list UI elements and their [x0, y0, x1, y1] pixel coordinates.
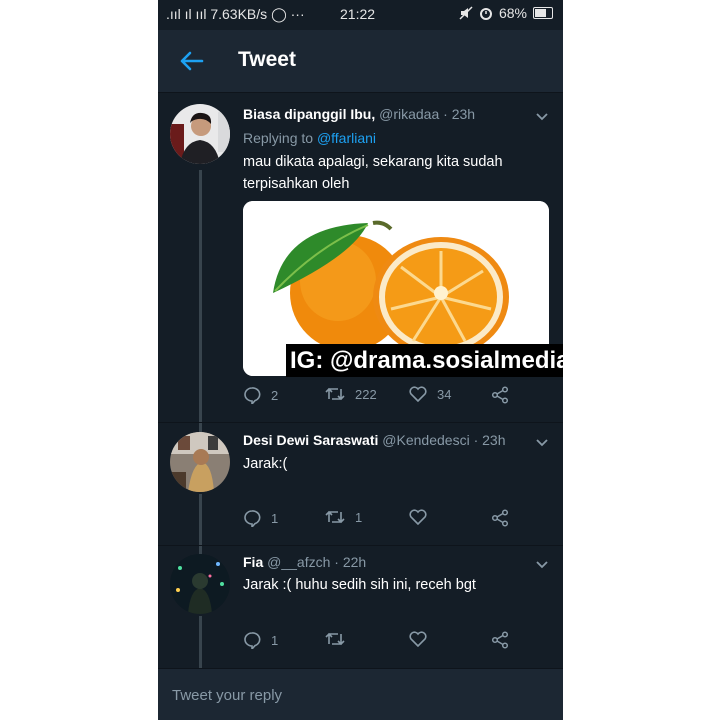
share-button[interactable]: [491, 509, 509, 527]
reply-button[interactable]: 1: [243, 509, 278, 527]
replying-to-label: Replying to: [243, 130, 314, 146]
battery-icon: [533, 7, 553, 19]
retweet-button[interactable]: [325, 631, 355, 647]
share-icon: [491, 509, 509, 527]
tweet-text-line: terpisahkan oleh: [243, 176, 350, 192]
reply-count: 1: [271, 632, 279, 648]
display-name[interactable]: Fia: [243, 554, 263, 570]
tweet-text: mau dikata apalagi, sekarang kita sudah …: [243, 151, 543, 195]
reply-count: 2: [271, 387, 279, 403]
retweet-count: 222: [355, 386, 377, 402]
back-arrow-icon[interactable]: [178, 50, 204, 72]
status-time: 21:22: [340, 6, 376, 22]
status-bar: .ııl ıl ııl 7.63KB/s ◯ ··· 21:22 68%: [158, 0, 563, 30]
heart-icon: [409, 631, 427, 647]
reply-input[interactable]: Tweet your reply: [172, 687, 282, 704]
whatsapp-icon: ◯: [271, 6, 287, 22]
retweet-button[interactable]: 1: [325, 509, 362, 525]
share-icon: [491, 386, 509, 404]
like-button[interactable]: 34: [409, 386, 451, 402]
tweet[interactable]: Desi Dewi Saraswati @Kendedesci · 23h Ja…: [158, 423, 563, 545]
tweet-text: Jarak:(: [243, 456, 288, 472]
status-right: 68%: [459, 5, 553, 21]
reply-icon: [244, 387, 261, 404]
avatar[interactable]: [170, 104, 230, 164]
retweet-icon: [325, 387, 345, 401]
replying-to: Replying to @ffarliani: [243, 130, 376, 146]
heart-icon: [409, 386, 427, 402]
more-icon: ···: [290, 6, 305, 22]
tweet-header: Biasa dipanggil Ibu, @rikadaa · 23h: [243, 106, 475, 122]
phone-screen: .ııl ıl ııl 7.63KB/s ◯ ··· 21:22 68% Twe…: [158, 0, 563, 720]
reply-box: Tweet your reply: [158, 668, 563, 720]
tweet-text-line: mau dikata apalagi, sekarang kita sudah: [243, 154, 503, 170]
network-speed: 7.63KB/s: [210, 6, 268, 22]
chevron-down-icon[interactable]: [535, 560, 549, 570]
handle-time: @rikadaa · 23h: [379, 106, 476, 122]
heart-icon: [409, 509, 427, 525]
app-header: Tweet: [158, 30, 563, 93]
reply-icon: [244, 632, 261, 649]
signal-icon: .ııl ıl ııl: [166, 6, 207, 22]
page-title: Tweet: [238, 48, 296, 71]
tweet-header: Fia @__afzch · 22h: [243, 554, 366, 570]
watermark-label: IG: @drama.sosialmedia: [286, 344, 563, 377]
display-name[interactable]: Desi Dewi Saraswati: [243, 432, 378, 448]
reply-button[interactable]: 2: [243, 386, 278, 404]
battery-percent: 68%: [498, 5, 527, 21]
display-name[interactable]: Biasa dipanggil Ibu,: [243, 106, 375, 122]
retweet-icon: [325, 632, 345, 646]
like-count: 34: [437, 386, 452, 402]
reply-button[interactable]: 1: [243, 631, 278, 649]
alarm-icon: [479, 8, 492, 20]
reply-icon: [244, 510, 261, 527]
tweet-header: Desi Dewi Saraswati @Kendedesci · 23h: [243, 432, 505, 448]
replying-to-handle[interactable]: @ffarliani: [317, 130, 376, 146]
status-left: .ııl ıl ııl 7.63KB/s ◯ ···: [166, 6, 305, 23]
retweet-count: 1: [355, 509, 363, 525]
share-button[interactable]: [491, 631, 509, 649]
like-button[interactable]: [409, 631, 437, 647]
chevron-down-icon[interactable]: [535, 112, 549, 122]
tweet-text: Jarak :( huhu sedih sih ini, receh bgt: [243, 577, 476, 593]
handle-time: @Kendedesci · 23h: [382, 432, 506, 448]
retweet-button[interactable]: 222: [325, 386, 377, 402]
reply-count: 1: [271, 510, 279, 526]
mute-icon: [459, 6, 473, 20]
avatar[interactable]: [170, 554, 230, 614]
tweet[interactable]: Fia @__afzch · 22h Jarak :( huhu sedih s…: [158, 546, 563, 668]
retweet-icon: [325, 510, 345, 524]
handle-time: @__afzch · 22h: [267, 554, 367, 570]
chevron-down-icon[interactable]: [535, 438, 549, 448]
like-button[interactable]: [409, 509, 437, 525]
share-icon: [491, 631, 509, 649]
avatar[interactable]: [170, 432, 230, 492]
share-button[interactable]: [491, 386, 509, 404]
